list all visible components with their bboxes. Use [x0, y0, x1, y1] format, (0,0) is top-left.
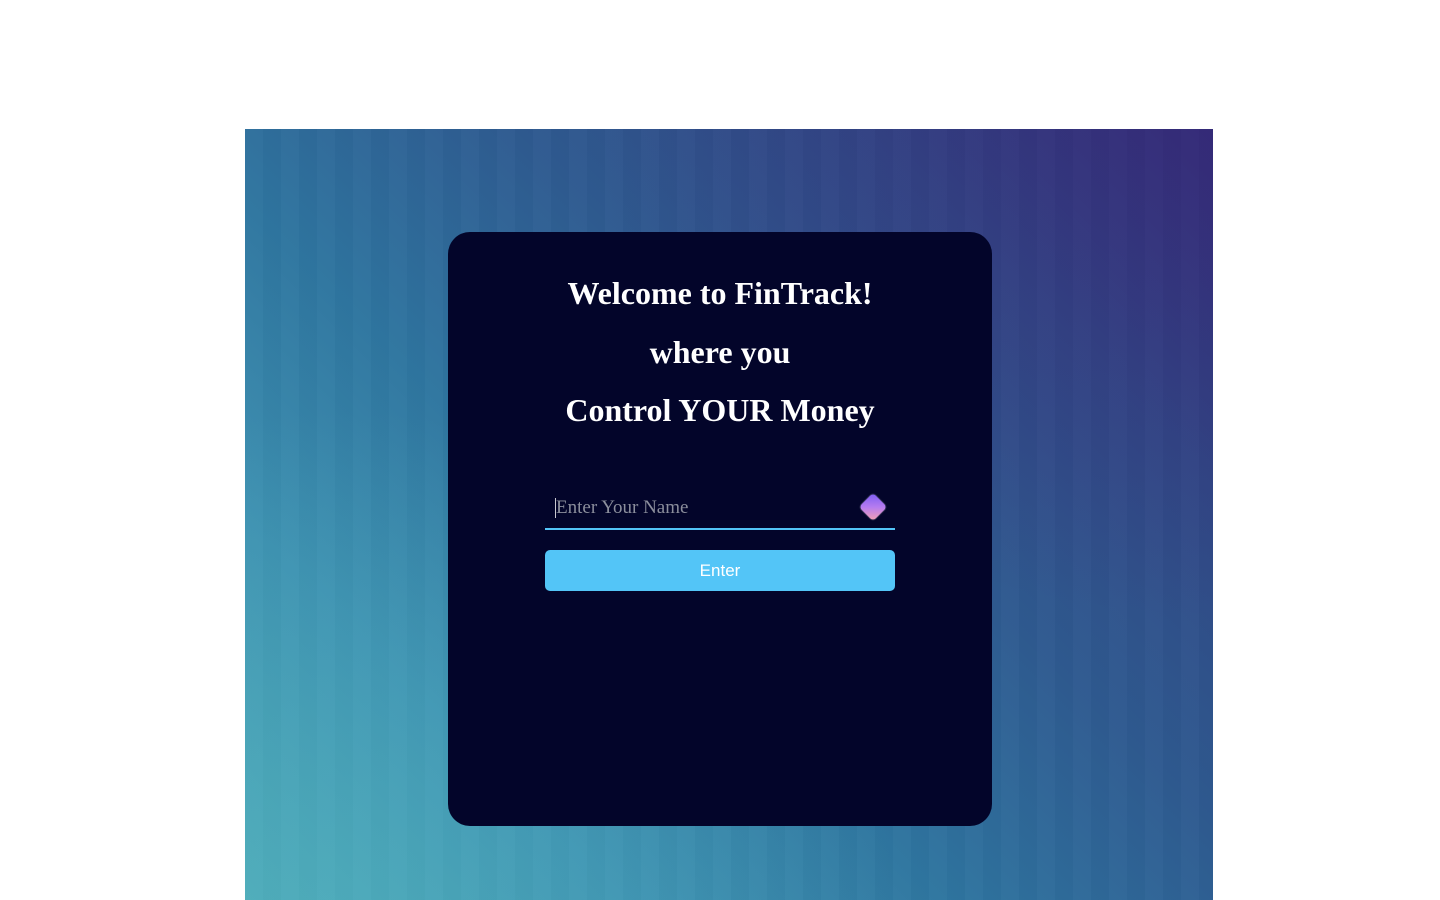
welcome-subtitle: where you — [649, 334, 791, 370]
diamond-icon[interactable] — [858, 492, 888, 522]
welcome-card: Welcome to FinTrack! where you Control Y… — [448, 232, 992, 826]
welcome-tagline: Control YOUR Money — [565, 392, 875, 428]
name-input[interactable] — [545, 490, 856, 526]
enter-button[interactable]: Enter — [545, 550, 895, 591]
name-field — [545, 490, 895, 530]
text-caret — [555, 498, 556, 518]
welcome-title: Welcome to FinTrack! — [567, 275, 873, 311]
